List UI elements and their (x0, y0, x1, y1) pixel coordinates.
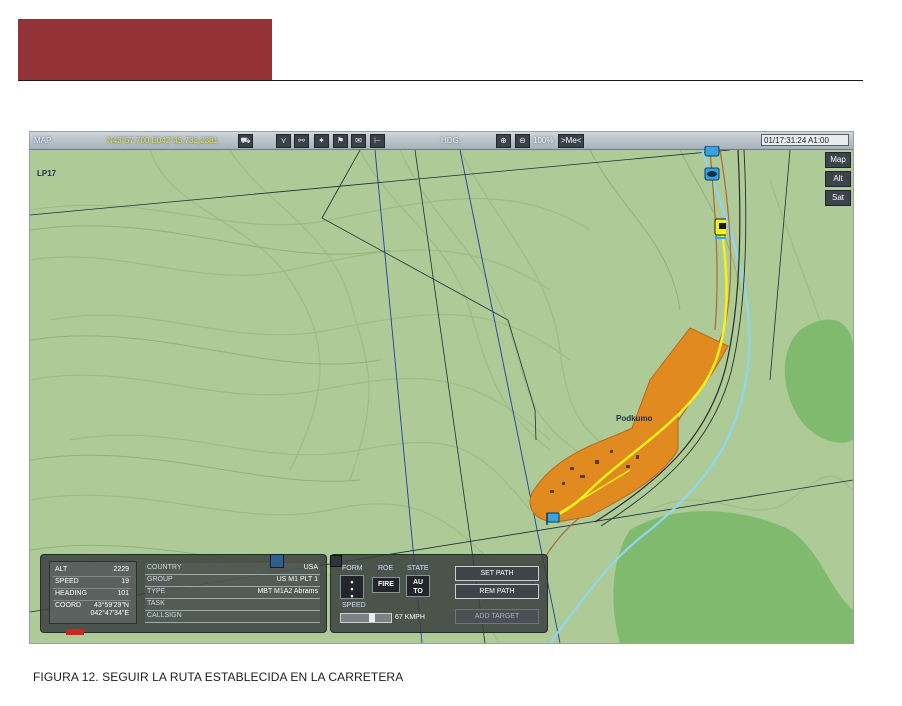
coord-longitude: 042°47'34"E (90, 610, 129, 617)
stat-row-coord: COORD 43°59'29"N 042°47'34"E (55, 602, 129, 617)
landing-point-label: LP17 (37, 169, 57, 178)
waypoint-flag-icon[interactable] (545, 511, 565, 525)
unit-info-panel: ALT 2229 SPEED 19 HEADING 101 COORD 43°5… (40, 554, 327, 633)
orders-panel: FORM ROE STATE • • • FIRE AU TO SPEED 67 K… (330, 554, 548, 633)
center-on-me-button[interactable]: >Me< (558, 134, 585, 148)
flag-icon[interactable]: ⚑ (333, 134, 348, 148)
stat-row-alt: ALT 2229 (53, 565, 131, 577)
message-icon[interactable]: ✉ (351, 134, 366, 148)
zoom-in-icon[interactable]: ⊕ (496, 134, 511, 148)
altitude-view-button[interactable]: Alt (825, 171, 851, 187)
info-row-type: TYPE MBT M1A2 Abrams (145, 587, 320, 599)
unit-icon[interactable]: ✦ (314, 134, 329, 148)
ruler-icon[interactable]: ⊢ (370, 134, 385, 148)
info-row-task: TASK (145, 599, 320, 611)
speed-slider-handle[interactable] (369, 613, 375, 622)
waypoint-icon[interactable]: ⋎ (276, 134, 291, 148)
figure-caption: FIGURA 12. SEGUIR LA RUTA ESTABLECIDA EN… (33, 670, 404, 684)
zoom-out-icon[interactable]: ⊖ (515, 134, 530, 148)
add-target-button[interactable]: ADD TARGET (455, 609, 539, 624)
unit-type-icon[interactable] (270, 554, 284, 568)
stat-row-speed: SPEED 19 (53, 577, 131, 589)
formation-column-icon: • • • (350, 577, 354, 601)
unit-stats-box: ALT 2229 SPEED 19 HEADING 101 COORD 43°5… (49, 561, 137, 624)
zoom-level: 100% (533, 136, 554, 145)
info-row-country: COUNTRY USA (145, 563, 320, 575)
map-title: MAP (34, 136, 52, 145)
link-icon[interactable]: ⚯ (294, 134, 309, 148)
stat-row-heading: HEADING 101 (53, 589, 131, 601)
map-view-button[interactable]: Map (825, 152, 851, 168)
formation-select[interactable]: • • • (340, 575, 364, 601)
speed-slider[interactable] (340, 613, 392, 623)
info-row-callsign: CALLSIGN (145, 611, 320, 623)
roe-label: ROE (378, 565, 394, 572)
coord-latitude: 43°59'29"N (93, 602, 129, 609)
heading-label: HDG: (441, 136, 461, 145)
state-select[interactable]: AU TO (406, 575, 430, 597)
set-path-button[interactable]: SET PATH (455, 566, 539, 581)
status-indicator (66, 629, 84, 635)
cursor-coordinates: N43°57.700 E042°45.733,2381 (107, 136, 218, 145)
mission-clock: 01/17:31:24 A1:00 (761, 134, 849, 146)
map-toolbar: MAP N43°57.700 E042°45.733,2381 ⛟ ⋎ ⚯ ✦ … (30, 132, 853, 150)
info-row-group: GROUP US M1 PLT 1 (145, 575, 320, 587)
town-label: Podkumo (616, 414, 653, 423)
panel-handle-icon[interactable] (330, 555, 342, 567)
remove-path-button[interactable]: REM PATH (455, 584, 539, 599)
unit-markers (704, 146, 726, 239)
header-color-block (18, 19, 272, 80)
map-screenshot: MAP N43°57.700 E042°45.733,2381 ⛟ ⋎ ⚯ ✦ … (29, 131, 854, 644)
form-label: FORM (342, 565, 363, 572)
speed-value: 67 KMPH (395, 614, 425, 621)
speed-label: SPEED (342, 602, 366, 609)
satellite-view-button[interactable]: Sat (825, 190, 851, 206)
roe-select[interactable]: FIRE (372, 577, 400, 593)
friendly-unit-icon (704, 146, 720, 157)
state-label: STATE (407, 565, 429, 572)
header-rule (18, 80, 863, 81)
vehicle-icon[interactable]: ⛟ (238, 134, 253, 148)
